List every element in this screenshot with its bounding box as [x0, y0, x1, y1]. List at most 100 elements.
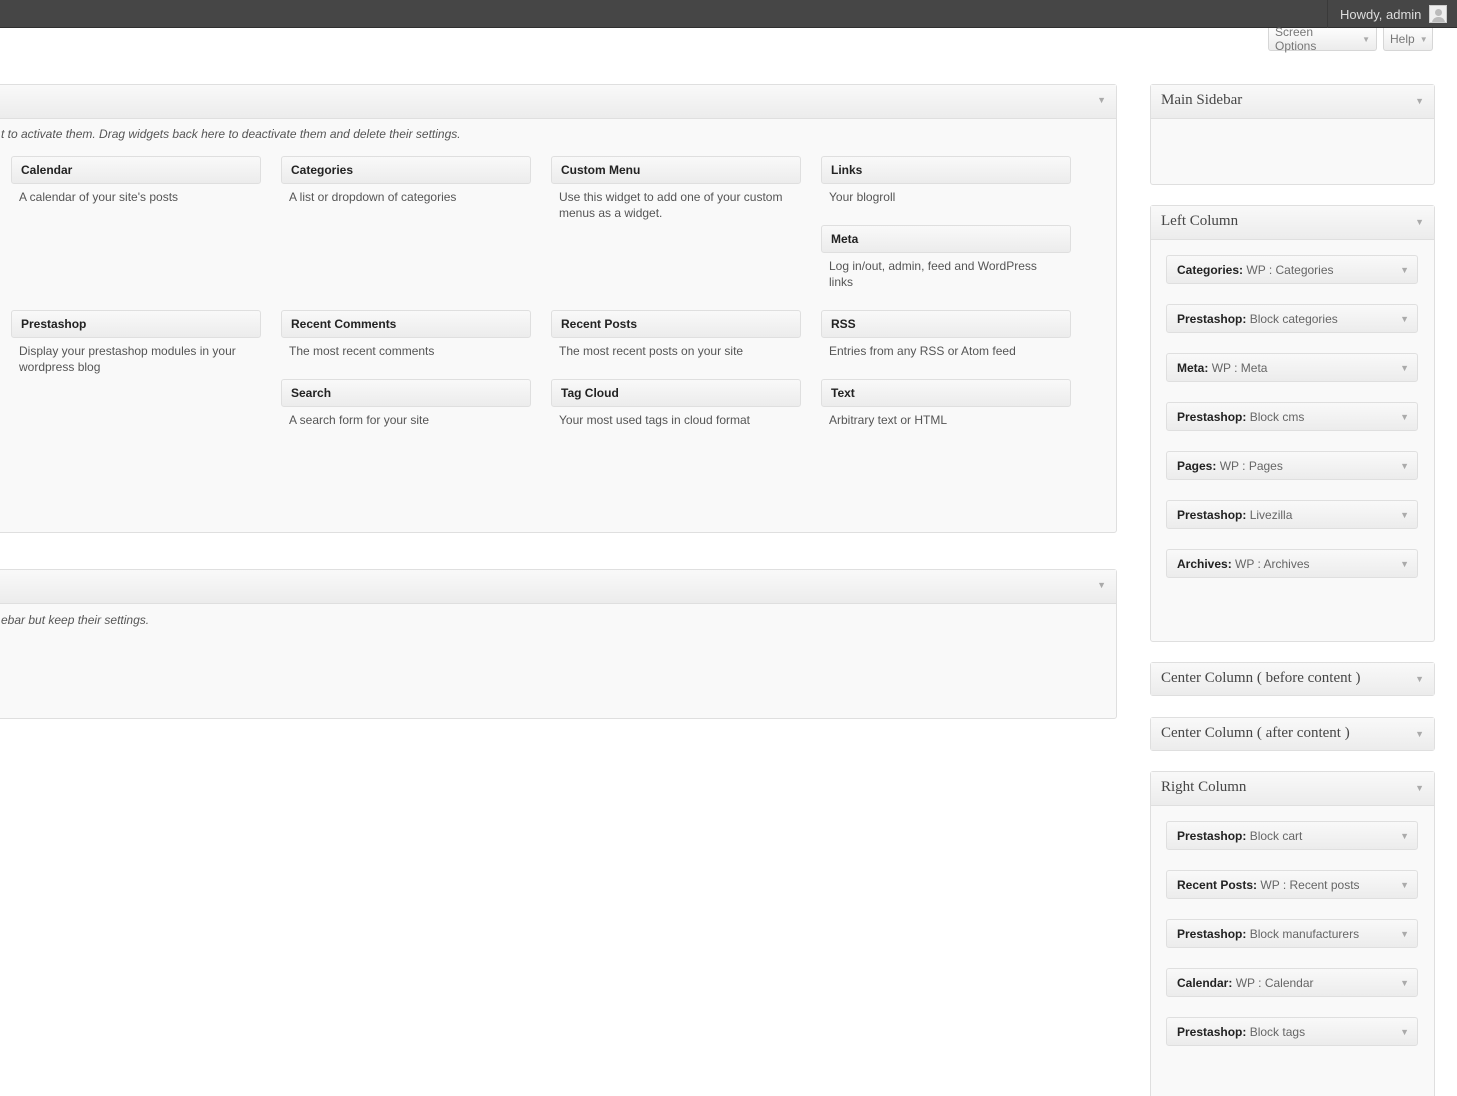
- widget-name: Meta:: [1177, 361, 1209, 375]
- widget-description: The most recent comments: [289, 344, 435, 358]
- widget-title[interactable]: Prestashop: [11, 310, 261, 338]
- widget-calendar[interactable]: Calendar A calendar of your site's posts: [11, 156, 261, 205]
- sidebar-widget[interactable]: Prestashop: Block cms ▼: [1166, 402, 1418, 431]
- widget-title[interactable]: Recent Posts: [551, 310, 801, 338]
- widget-title[interactable]: Links: [821, 156, 1071, 184]
- widget-instance: Block cms: [1249, 410, 1305, 424]
- inactive-widgets-header[interactable]: ▼: [0, 570, 1116, 604]
- widget-description: Display your prestashop modules in your …: [19, 344, 236, 374]
- toggle-arrow-icon[interactable]: ▼: [1400, 461, 1409, 471]
- widget-categories[interactable]: Categories A list or dropdown of categor…: [281, 156, 531, 205]
- widget-description: Your most used tags in cloud format: [559, 413, 750, 427]
- sidebar-header[interactable]: Main Sidebar ▼: [1151, 85, 1434, 119]
- sidebar-widget[interactable]: Prestashop: Block manufacturers ▼: [1166, 919, 1418, 948]
- help-button[interactable]: Help ▼: [1383, 28, 1433, 51]
- sidebar-title: Center Column ( after content ): [1161, 725, 1350, 741]
- widget-title[interactable]: Recent Comments: [281, 310, 531, 338]
- toggle-arrow-icon[interactable]: ▼: [1400, 412, 1409, 422]
- widget-name: Categories:: [1177, 263, 1244, 277]
- widget-instance: Livezilla: [1249, 508, 1293, 522]
- widget-instance: WP : Meta: [1211, 361, 1268, 375]
- available-widgets-description: t to activate them. Drag widgets back he…: [1, 127, 461, 141]
- sidebar-widget[interactable]: Categories: WP : Categories ▼: [1166, 255, 1418, 284]
- screen-options-button[interactable]: Screen Options ▼: [1268, 25, 1377, 53]
- toggle-arrow-icon[interactable]: ▼: [1400, 929, 1409, 939]
- toggle-arrow-icon[interactable]: ▼: [1415, 783, 1424, 793]
- sidebar-center-column-after: Center Column ( after content ) ▼: [1150, 717, 1435, 751]
- widget-title[interactable]: Categories: [281, 156, 531, 184]
- widget-title[interactable]: Custom Menu: [551, 156, 801, 184]
- widget-search[interactable]: Search A search form for your site: [281, 379, 531, 428]
- avatar-icon: [1429, 5, 1447, 23]
- sidebar-header[interactable]: Center Column ( after content ) ▼: [1151, 718, 1434, 750]
- widget-name: Prestashop:: [1177, 1025, 1247, 1039]
- widget-instance: Block categories: [1249, 312, 1338, 326]
- sidebar-widget[interactable]: Prestashop: Block categories ▼: [1166, 304, 1418, 333]
- widget-recent-posts[interactable]: Recent Posts The most recent posts on yo…: [551, 310, 801, 359]
- widget-description: A search form for your site: [289, 413, 430, 427]
- available-widgets-header[interactable]: ▼: [0, 85, 1116, 119]
- widget-rss[interactable]: RSS Entries from any RSS or Atom feed: [821, 310, 1071, 359]
- widget-description: Entries from any RSS or Atom feed: [829, 344, 1016, 358]
- widget-instance: Block tags: [1249, 1025, 1306, 1039]
- widget-title[interactable]: RSS: [821, 310, 1071, 338]
- sidebar-header[interactable]: Center Column ( before content ) ▼: [1151, 663, 1434, 695]
- widget-instance: WP : Categories: [1246, 263, 1334, 277]
- admin-bar: Howdy, admin: [0, 0, 1457, 28]
- toggle-arrow-icon[interactable]: ▼: [1415, 96, 1424, 106]
- widget-prestashop[interactable]: Prestashop Display your prestashop modul…: [11, 310, 261, 375]
- user-account-menu[interactable]: Howdy, admin: [1327, 0, 1457, 28]
- toggle-arrow-icon[interactable]: ▼: [1097, 580, 1106, 590]
- sidebar-header[interactable]: Left Column ▼: [1151, 206, 1434, 240]
- sidebar-title: Left Column: [1161, 213, 1239, 229]
- inactive-widgets-box: ▼ ebar but keep their settings.: [0, 569, 1117, 719]
- widget-name: Archives:: [1177, 557, 1232, 571]
- toggle-arrow-icon[interactable]: ▼: [1415, 217, 1424, 227]
- sidebar-widget[interactable]: Recent Posts: WP : Recent posts ▼: [1166, 870, 1418, 899]
- sidebar-right-column: Right Column ▼ Prestashop: Block cart ▼ …: [1150, 771, 1435, 1096]
- widget-name: Pages:: [1177, 459, 1217, 473]
- sidebar-header[interactable]: Right Column ▼: [1151, 772, 1434, 806]
- sidebar-widget[interactable]: Prestashop: Livezilla ▼: [1166, 500, 1418, 529]
- widget-title[interactable]: Search: [281, 379, 531, 407]
- widget-title[interactable]: Meta: [821, 225, 1071, 253]
- sidebar-widget[interactable]: Prestashop: Block tags ▼: [1166, 1017, 1418, 1046]
- sidebar-widget[interactable]: Calendar: WP : Calendar ▼: [1166, 968, 1418, 997]
- toggle-arrow-icon[interactable]: ▼: [1400, 265, 1409, 275]
- toggle-arrow-icon[interactable]: ▼: [1400, 314, 1409, 324]
- toggle-arrow-icon[interactable]: ▼: [1400, 559, 1409, 569]
- sidebar-widget[interactable]: Archives: WP : Archives ▼: [1166, 549, 1418, 578]
- widget-name: Prestashop:: [1177, 312, 1247, 326]
- widget-text[interactable]: Text Arbitrary text or HTML: [821, 379, 1071, 428]
- sidebar-widget[interactable]: Prestashop: Block cart ▼: [1166, 821, 1418, 850]
- widget-custom-menu[interactable]: Custom Menu Use this widget to add one o…: [551, 156, 801, 221]
- toggle-arrow-icon[interactable]: ▼: [1400, 363, 1409, 373]
- widget-title[interactable]: Calendar: [11, 156, 261, 184]
- sidebar-title: Right Column: [1161, 779, 1247, 795]
- widget-tag-cloud[interactable]: Tag Cloud Your most used tags in cloud f…: [551, 379, 801, 428]
- toggle-arrow-icon[interactable]: ▼: [1415, 674, 1424, 684]
- sidebar-widget[interactable]: Pages: WP : Pages ▼: [1166, 451, 1418, 480]
- toggle-arrow-icon[interactable]: ▼: [1400, 978, 1409, 988]
- sidebar-center-column-before: Center Column ( before content ) ▼: [1150, 662, 1435, 696]
- screen-options-label: Screen Options: [1275, 25, 1317, 53]
- widget-name: Recent Posts:: [1177, 878, 1258, 892]
- widget-instance: Block manufacturers: [1249, 927, 1360, 941]
- howdy-greeting: Howdy, admin: [1340, 6, 1422, 22]
- widget-recent-comments[interactable]: Recent Comments The most recent comments: [281, 310, 531, 359]
- widget-meta[interactable]: Meta Log in/out, admin, feed and WordPre…: [821, 225, 1071, 290]
- widget-title[interactable]: Text: [821, 379, 1071, 407]
- widget-title[interactable]: Tag Cloud: [551, 379, 801, 407]
- toggle-arrow-icon[interactable]: ▼: [1400, 831, 1409, 841]
- widget-instance: Block cart: [1249, 829, 1303, 843]
- toggle-arrow-icon[interactable]: ▼: [1400, 1027, 1409, 1037]
- toggle-arrow-icon[interactable]: ▼: [1400, 510, 1409, 520]
- toggle-arrow-icon[interactable]: ▼: [1400, 880, 1409, 890]
- widget-description: Use this widget to add one of your custo…: [559, 190, 783, 220]
- widget-instance: WP : Pages: [1219, 459, 1283, 473]
- toggle-arrow-icon[interactable]: ▼: [1415, 729, 1424, 739]
- sidebar-widget[interactable]: Meta: WP : Meta ▼: [1166, 353, 1418, 382]
- toggle-arrow-icon[interactable]: ▼: [1097, 95, 1106, 105]
- widget-instance: WP : Archives: [1235, 557, 1310, 571]
- widget-links[interactable]: Links Your blogroll: [821, 156, 1071, 205]
